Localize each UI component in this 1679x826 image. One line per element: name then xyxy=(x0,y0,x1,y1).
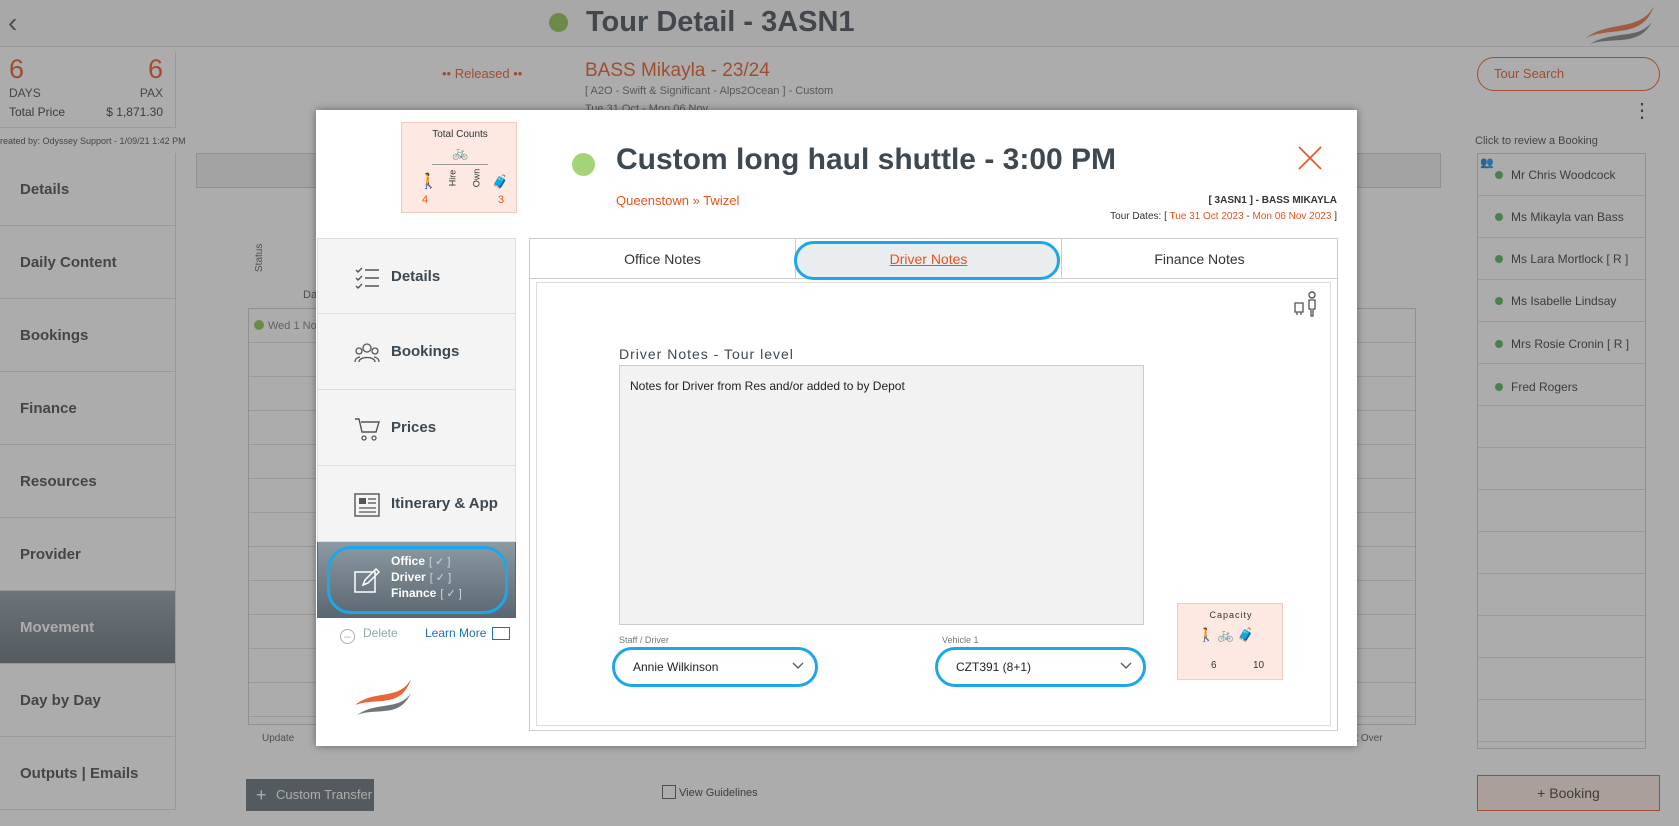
learn-more-link[interactable]: Learn More xyxy=(425,626,511,640)
person-icon: 🚶 xyxy=(419,173,438,190)
learn-more-label: Learn More xyxy=(425,626,487,640)
bag-count: 3 xyxy=(498,194,505,206)
total-counts-box: Total Counts 🚲 🚶 Hire Own 🧳 4 3 xyxy=(401,122,517,213)
cart-icon xyxy=(355,418,380,441)
newspaper-icon xyxy=(354,493,380,517)
modal-title: Custom long haul shuttle - 3:00 PM xyxy=(616,143,1117,176)
bike-icon: 🚲 xyxy=(1217,627,1234,642)
tab-driver-notes-label: Driver Notes xyxy=(889,251,968,267)
capacity-box: Capacity 🚶 🚲 🧳 6 10 xyxy=(1177,603,1283,680)
notes-panel: Office Notes Driver Notes Finance Notes … xyxy=(529,238,1338,731)
modal-nav-label: Bookings xyxy=(391,343,460,360)
tab-finance-notes[interactable]: Finance Notes xyxy=(1062,239,1337,279)
own-label: Own xyxy=(471,168,482,188)
chevron-down-icon xyxy=(1120,662,1132,669)
capacity-people: 6 xyxy=(1211,660,1217,671)
modal-nav-label: Itinerary & App xyxy=(391,495,498,512)
modal-nav-label: Prices xyxy=(391,419,437,436)
tour-end-date: Mon 06 Nov 2023 xyxy=(1252,211,1332,222)
group-icon xyxy=(354,343,380,363)
modal-nav-bookings[interactable]: Bookings xyxy=(317,314,516,390)
driver-notes-textarea[interactable]: Notes for Driver from Res and/or added t… xyxy=(619,365,1144,625)
vehicle-value: CZT391 (8+1) xyxy=(956,660,1032,674)
modal-nav-itinerary[interactable]: Itinerary & App xyxy=(317,466,516,542)
video-icon xyxy=(492,627,511,640)
staff-driver-label: Staff / Driver xyxy=(619,635,669,645)
vehicle-label: Vehicle 1 xyxy=(942,635,979,645)
tour-start-date: Tue 31 Oct 2023 xyxy=(1169,211,1244,222)
status-dot xyxy=(572,153,595,176)
delete-label: Delete xyxy=(363,626,398,640)
tour-dates-suffix: ] xyxy=(1331,211,1337,222)
tour-reference: [ 3ASN1 ] - BASS MIKAYLA xyxy=(1208,195,1337,206)
note-heading: Driver Notes - Tour level xyxy=(619,346,794,362)
capacity-icons: 🚶 🚲 🧳 xyxy=(1198,627,1254,643)
service-modal: Total Counts 🚲 🚶 Hire Own 🧳 4 3 Custom l… xyxy=(316,110,1357,746)
modal-nav-details[interactable]: Details xyxy=(317,238,516,314)
luggage-icon: 🧳 xyxy=(492,174,509,189)
luggage-icon: 🧳 xyxy=(1237,627,1254,642)
chevron-down-icon xyxy=(792,662,804,669)
modal-nav-prices[interactable]: Prices xyxy=(317,390,516,466)
modal-nav-label: Details xyxy=(391,268,441,285)
focus-ring xyxy=(327,546,508,614)
divider xyxy=(432,164,488,165)
staff-driver-value: Annie Wilkinson xyxy=(633,660,719,674)
route: Queenstown » Twizel xyxy=(616,193,740,208)
person-icon: 🚶 xyxy=(1198,627,1215,642)
staff-driver-select[interactable]: Annie Wilkinson xyxy=(612,647,818,687)
driver-notes-content: Driver Notes - Tour level Notes for Driv… xyxy=(536,282,1331,726)
brand-logo-icon xyxy=(355,679,411,715)
checklist-icon xyxy=(355,267,379,290)
bike-icon: 🚲 xyxy=(452,145,469,160)
capacity-title: Capacity xyxy=(1209,610,1253,620)
minus-circle-icon: – xyxy=(340,629,355,644)
tour-dates: Tour Dates: [ Tue 31 Oct 2023 - Mon 06 N… xyxy=(1110,211,1337,222)
tour-dates-prefix: Tour Dates: [ xyxy=(1110,211,1170,222)
hire-label: Hire xyxy=(447,169,458,187)
driver-icon xyxy=(1294,291,1316,317)
modal-nav-notes[interactable]: Office[ ✓ ] Driver[ ✓ ] Finance[ ✓ ] xyxy=(317,542,516,618)
notes-tabs: Office Notes Driver Notes Finance Notes xyxy=(530,239,1337,280)
close-icon[interactable] xyxy=(1297,145,1323,171)
tab-driver-notes[interactable]: Driver Notes xyxy=(796,239,1062,279)
total-counts-title: Total Counts xyxy=(432,129,488,140)
modal-nav: Details Bookings Prices Itinerary & App … xyxy=(317,238,516,618)
people-count: 4 xyxy=(422,194,429,206)
capacity-bags: 10 xyxy=(1253,660,1265,671)
tab-office-notes[interactable]: Office Notes xyxy=(530,239,796,279)
vehicle-select[interactable]: CZT391 (8+1) xyxy=(935,647,1146,687)
delete-button[interactable]: – Delete xyxy=(340,626,398,644)
